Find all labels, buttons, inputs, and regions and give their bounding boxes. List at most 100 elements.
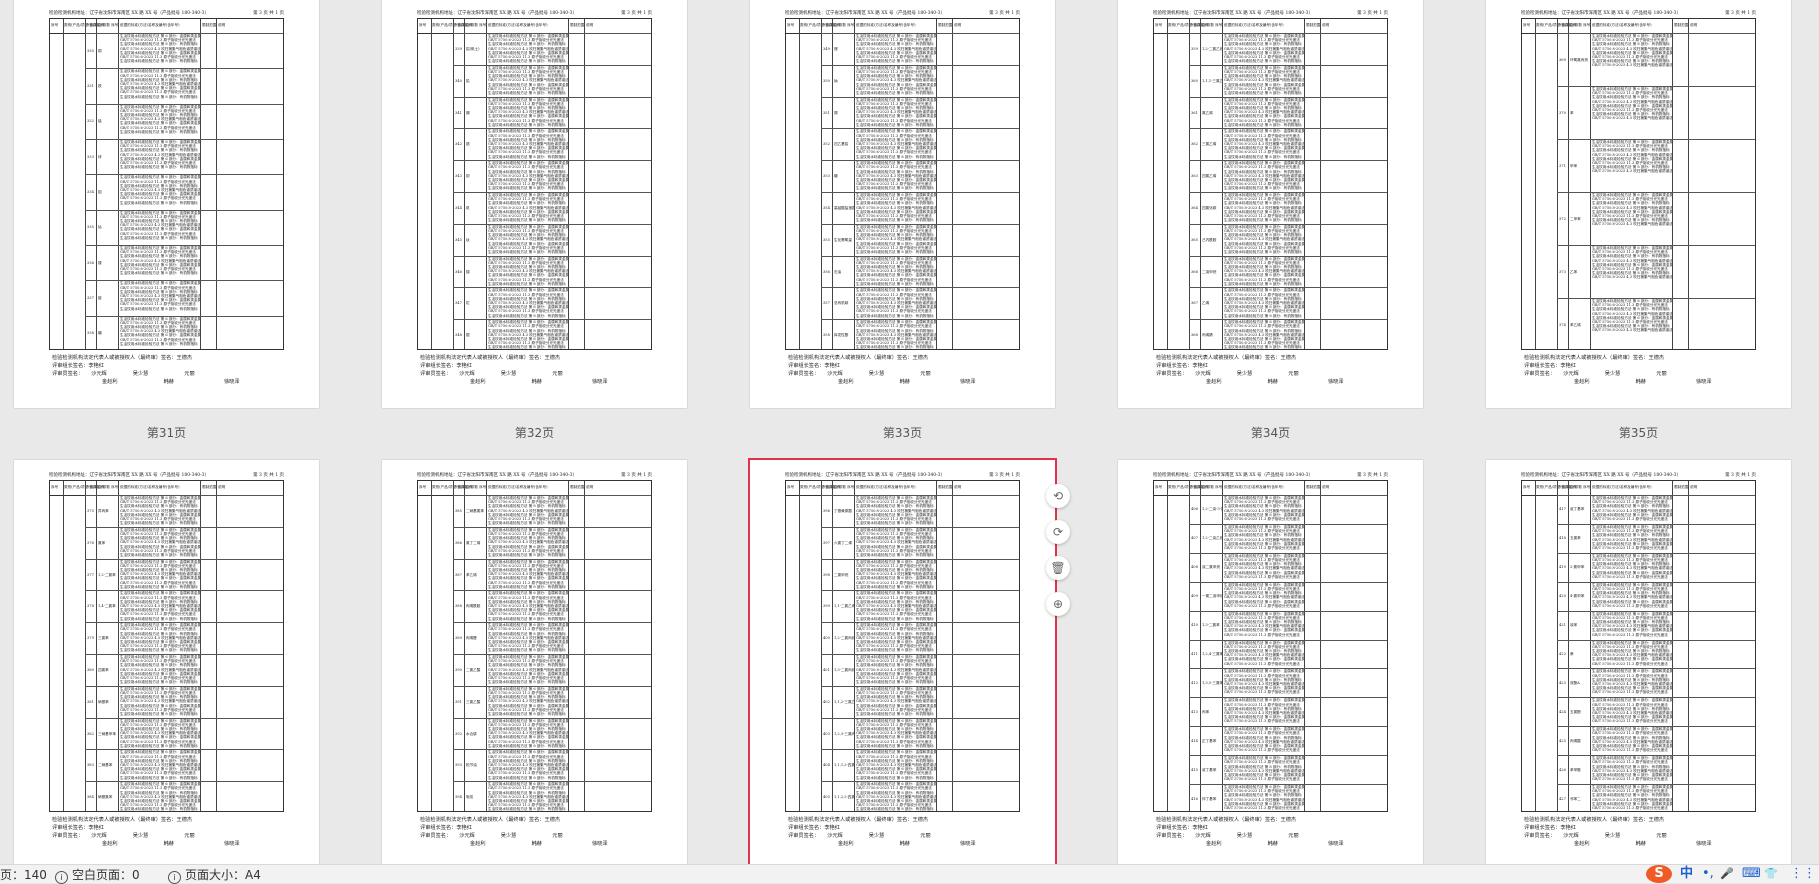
method-standard-text: 生活饮用水标准检验方法 第 8 部分：有机物指标 bbox=[856, 648, 934, 653]
item-number: 381 bbox=[87, 699, 94, 704]
item-name: 银 bbox=[466, 333, 470, 338]
col-header: 说明 bbox=[1322, 23, 1330, 27]
method-standard-text: 生活饮用水标准检验方法 第 8 部分：有机物指标 bbox=[1224, 154, 1302, 159]
item-name: 二溴甲烷 bbox=[1202, 269, 1217, 274]
column-divider bbox=[952, 481, 953, 811]
page-thumbnail[interactable]: 检验检测机构地址：辽宁省沈阳市浑南区 XX 路 XX 号（产品批号 180-34… bbox=[382, 0, 687, 408]
method-standard-text: 生活饮用水标准检验方法 第 8 部分：有机物指标 bbox=[120, 648, 198, 653]
method-standard-text: 生活饮用水标准检验方法 第 8 部分：有机物指标 bbox=[856, 743, 934, 748]
method-standard-text: 生活饮用水标准检验方法 第 8 部分：有机物指标 bbox=[1224, 91, 1302, 95]
item-number: 382 bbox=[87, 731, 94, 736]
item-name: 1,2-二氯丙烷 bbox=[834, 636, 854, 641]
keyboard-icon[interactable]: ⌨ bbox=[1742, 866, 1761, 882]
skin-icon[interactable]: 👕 bbox=[1764, 866, 1778, 882]
sig-leader: 评审组长签名：李艳红 bbox=[788, 363, 840, 369]
page-thumbnail[interactable]: 检验检测机构地址：辽宁省沈阳市浑南区 XX 路 XX 号（产品批号 180-34… bbox=[382, 460, 687, 870]
method-standard-text: 生活饮用水标准检验方法 第 8 部分：有机物指标 bbox=[856, 250, 934, 254]
method-standard-text: GB/T 5750.8-2023 4.3 吹扫捕集气相色谱质谱法 bbox=[1592, 63, 1672, 68]
col-header: 名称 bbox=[1201, 23, 1209, 27]
page-thumbnail[interactable]: 检验检测机构地址：辽宁省沈阳市浑南区 XX 路 XX 号（产品批号 180-34… bbox=[1486, 460, 1791, 870]
item-name: 锑 bbox=[466, 269, 470, 274]
item-name: 萘 bbox=[1570, 652, 1574, 656]
method-standard-text: GB/T 5750.6-2023 11.3 原子吸收分光光度法 bbox=[1592, 777, 1668, 782]
item-name: 硝基氯苯 bbox=[98, 795, 113, 800]
sig-name: 吴少慧 bbox=[1236, 833, 1253, 839]
col-header: 依据的标准(方法)名称及编号(含年号) bbox=[120, 23, 180, 27]
item-name: 镉 bbox=[466, 110, 470, 115]
item-number: 405 bbox=[823, 795, 830, 800]
sig-reviewers: 评审员签名： 沙元辉 吴少慧 元丽 bbox=[52, 832, 289, 840]
signature-block: 检验检测机构法定代表人或被授权人（最终审）签名：王德杰 评审组长签名：李艳红 评审员… bbox=[788, 354, 1025, 386]
item-number: 383 bbox=[87, 763, 94, 768]
page-thumbnail[interactable]: 检验检测机构地址：辽宁省沈阳市浑南区 XX 路 XX 号（产品批号 180-34… bbox=[748, 458, 1057, 872]
punctuation-icon[interactable]: •, bbox=[1702, 866, 1714, 882]
sig-reviewers-2: 金赵利 韩赫 徐晓泽 bbox=[1524, 378, 1761, 386]
rotate-left-button[interactable]: ⟲ bbox=[1046, 484, 1070, 508]
delete-page-button[interactable]: 🗑 bbox=[1046, 556, 1070, 580]
microphone-icon[interactable]: 🎤 bbox=[1720, 866, 1734, 882]
ime-language-toggle[interactable]: 中 bbox=[1680, 866, 1693, 882]
page-thumbnail[interactable]: 检验检测机构地址：辽宁省沈阳市浑南区 XX 路 XX 号（产品批号 180-34… bbox=[750, 0, 1055, 408]
method-standard-text: 生活饮用水标准检验方法 第 8 部分：有机物指标 bbox=[120, 306, 198, 311]
page-thumbnail[interactable]: 检验检测机构地址：辽宁省沈阳市浑南区 XX 路 XX 号（产品批号 180-34… bbox=[14, 0, 319, 408]
sig-name: 韩赫 bbox=[1267, 841, 1278, 847]
page-thumbnail[interactable]: 检验检测机构地址：辽宁省沈阳市浑南区 XX 路 XX 号（产品批号 180-34… bbox=[1118, 460, 1423, 870]
item-number: 400 bbox=[823, 636, 830, 641]
sig-reviewers-2: 金赵利 韩赫 徐晓泽 bbox=[788, 378, 1025, 386]
sig-name: 沙元辉 bbox=[1195, 371, 1211, 377]
sig-authorized: 检验检测机构法定代表人或被授权人（最终审）签名：王德杰 bbox=[52, 817, 193, 823]
method-standard-text: 生活饮用水标准检验方法 第 8 部分：有机物指标 bbox=[856, 122, 934, 127]
item-name: 丙烯腈 bbox=[1202, 333, 1213, 338]
method-standard-text: GB/T 5750.6-2023 11.3 原子吸收分光光度法 bbox=[1224, 661, 1300, 666]
item-name: 二氯乙酸 bbox=[466, 667, 481, 672]
column-divider bbox=[584, 481, 585, 811]
column-divider bbox=[1304, 19, 1305, 349]
doc-page-mark: 第 3 页 共 1 页 bbox=[1725, 11, 1756, 16]
sig-name: 元丽 bbox=[184, 833, 195, 839]
col-header: 说明 bbox=[954, 23, 962, 27]
sig-name: 沙元辉 bbox=[1195, 833, 1211, 839]
page-count: 页：140 bbox=[0, 868, 47, 882]
page-thumbnail[interactable]: 检验检测机构地址：辽宁省沈阳市浑南区 XX 路 XX 号（产品批号 180-34… bbox=[14, 460, 319, 870]
item-name: 4-氯甲苯 bbox=[1570, 594, 1585, 599]
item-number: 368 bbox=[1191, 333, 1198, 338]
method-standard-text: 生活饮用水标准检验方法 第 8 部分：有机物指标 bbox=[856, 281, 934, 286]
scope-table: 序号 类别(产品/项目/参数) 产品/项目/参数 序号 名称 依据的标准(方法)名称及编… bbox=[1153, 480, 1388, 812]
item-name: 五氯酚 bbox=[1570, 709, 1581, 714]
item-number: 391 bbox=[455, 699, 462, 704]
method-standard-text: 生活饮用水标准检验方法 第 8 部分：有机物指标 bbox=[120, 616, 198, 621]
sig-name: 吴少慧 bbox=[1604, 371, 1621, 377]
column-divider bbox=[1557, 19, 1558, 349]
toolbox-icon[interactable]: ⋮⋮ bbox=[1790, 866, 1816, 882]
item-number: 393 bbox=[455, 763, 462, 768]
column-divider bbox=[1222, 481, 1223, 811]
column-divider bbox=[1688, 481, 1689, 811]
page-number-label: 第34页 bbox=[1250, 426, 1291, 440]
doc-header-text: 检验检测机构地址：辽宁省沈阳市浑南区 XX 路 XX 号（产品批号 180-34… bbox=[49, 11, 210, 16]
item-name: 叔丁基苯 bbox=[1202, 767, 1217, 772]
rotate-right-button[interactable]: ⟳ bbox=[1046, 520, 1070, 544]
col-header: 依据的标准(方法)名称及编号(含年号) bbox=[488, 23, 548, 27]
sig-name: 沙元辉 bbox=[827, 371, 843, 377]
sogou-ime-icon[interactable]: S bbox=[1646, 865, 1672, 883]
item-name: 挥发性酚 bbox=[834, 333, 849, 338]
col-header: 依据的标准(方法)名称及编号(含年号) bbox=[1592, 485, 1652, 489]
column-divider bbox=[431, 481, 432, 811]
item-name: 氯乙烯 bbox=[1202, 110, 1213, 115]
insert-page-button[interactable]: ⊕ bbox=[1046, 592, 1070, 616]
sig-name: 徐晓泽 bbox=[1695, 841, 1712, 847]
item-name: 二硝基氯苯 bbox=[466, 508, 484, 513]
signature-block: 检验检测机构法定代表人或被授权人（最终审）签名：王德杰 评审组长签名：李艳红 评审员… bbox=[420, 816, 657, 848]
col-header: 限制范围 bbox=[202, 23, 217, 27]
item-number: 404 bbox=[823, 763, 830, 768]
col-header: 序号 bbox=[419, 23, 427, 27]
page-thumbnail[interactable]: 检验检测机构地址：辽宁省沈阳市浑南区 XX 路 XX 号（产品批号 180-34… bbox=[1118, 0, 1423, 408]
sig-name: 徐晓泽 bbox=[223, 379, 240, 385]
item-number: 334 bbox=[87, 190, 94, 194]
page-thumbnail[interactable]: 检验检测机构地址：辽宁省沈阳市浑南区 XX 路 XX 号（产品批号 180-34… bbox=[1486, 0, 1791, 408]
sig-authorized: 检验检测机构法定代表人或被授权人（最终审）签名：王德杰 bbox=[420, 817, 561, 823]
item-number: 379 bbox=[87, 636, 94, 641]
column-divider bbox=[118, 481, 119, 811]
item-name: 异丙苯 bbox=[98, 508, 109, 513]
item-name: 1,1-二氯乙烯 bbox=[834, 604, 854, 609]
